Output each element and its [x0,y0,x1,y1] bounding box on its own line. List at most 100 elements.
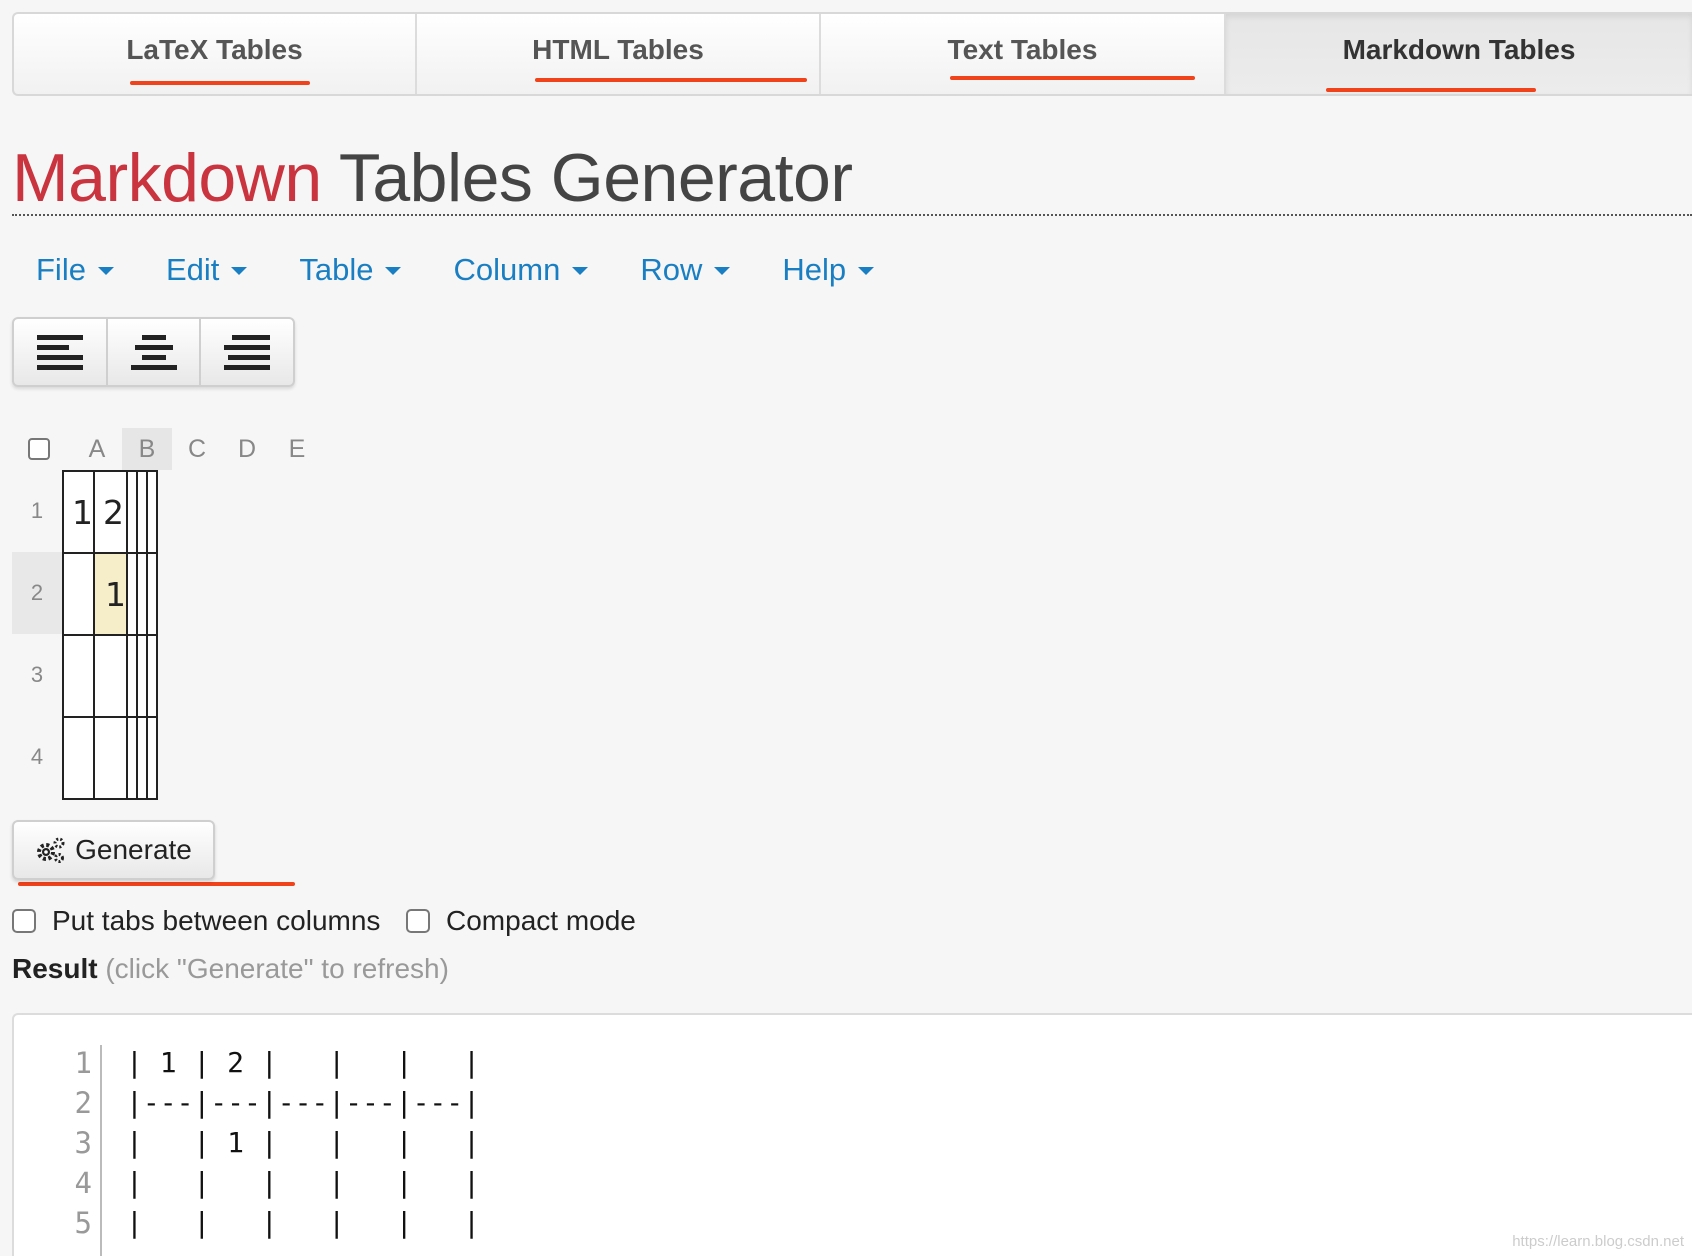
column-header[interactable]: D [222,428,272,470]
menu-label: Row [640,252,703,287]
row-header[interactable]: 4 [12,716,62,798]
menu-column[interactable]: Column [453,252,589,288]
grid-cell[interactable] [126,716,138,800]
table-row: 1 2 [62,470,158,554]
line-number: 4 [74,1166,92,1200]
caret-down-icon [97,267,114,275]
tabs-checkbox[interactable] [12,909,36,933]
grid-cell[interactable]: 1 [62,470,95,554]
row-header[interactable]: 3 [12,634,62,716]
caret-down-icon [231,267,248,275]
align-left-button[interactable] [14,319,108,385]
annotation-underline [1326,88,1536,92]
title-accent: Markdown [12,140,322,216]
column-header[interactable]: A [72,428,122,470]
grid-cell[interactable] [136,552,148,636]
menu-file[interactable]: File [36,252,114,288]
annotation-underline [18,882,295,886]
menu-bar: File Edit Table Column Row Help [36,252,875,288]
column-header[interactable]: E [272,428,322,470]
tab-html-tables[interactable]: HTML Tables [417,14,821,94]
code-line: | 1 | 2 | | | | [126,1046,481,1079]
tab-markdown-tables[interactable]: Markdown Tables [1226,14,1692,94]
result-label: Result [12,953,98,984]
table-row: 1 [62,552,158,636]
grid-cell-active[interactable]: 1 [93,552,128,636]
gutter-divider [100,1045,102,1256]
title-rest: Tables Generator [338,140,853,216]
compact-option: Compact mode [406,905,636,937]
title-divider [12,214,1692,216]
align-center-icon [130,335,177,370]
grid-cell[interactable] [126,552,138,636]
menu-label: Help [782,252,847,287]
code-line: | | | | | | [126,1206,481,1239]
code-line: | | | | | | [126,1166,481,1199]
menu-help[interactable]: Help [782,252,875,288]
gears-icon [37,837,65,863]
grid-cell[interactable] [126,634,138,718]
code-lines: | 1 | 2 | | | | |---|---|---|---|---| | … [126,1043,480,1243]
generate-button[interactable]: Generate [12,820,215,880]
menu-label: Edit [165,252,220,287]
row-header[interactable]: 2 [12,552,62,634]
line-number: 5 [74,1206,92,1240]
column-header[interactable]: B [122,428,172,470]
select-all-checkbox[interactable] [28,438,50,460]
generate-label: Generate [75,834,192,865]
tab-label: HTML Tables [532,34,704,65]
annotation-underline [130,81,310,85]
result-code-editor[interactable]: 1 2 3 4 5 | 1 | 2 | | | | |---|---|---|-… [12,1013,1692,1256]
row-header[interactable]: 1 [12,470,62,552]
tab-label: Markdown Tables [1342,34,1576,65]
grid-cell[interactable] [62,716,95,800]
grid-cell[interactable] [136,470,148,554]
menu-label: Column [453,252,561,287]
grid-cell[interactable] [136,634,148,718]
table-row [62,716,158,800]
grid-cell[interactable] [146,552,158,636]
line-number: 1 [74,1046,92,1080]
grid-cell[interactable] [146,634,158,718]
tab-label: Text Tables [947,34,1098,65]
grid-cell[interactable] [146,716,158,800]
caret-down-icon [572,267,589,275]
annotation-underline [535,78,807,82]
result-hint: (click "Generate" to refresh) [105,953,449,984]
align-right-button[interactable] [201,319,293,385]
code-line: | | 1 | | | | [126,1126,481,1159]
page-title: Markdown Tables Generator [12,138,853,218]
line-number: 3 [74,1126,92,1160]
menu-label: Table [299,252,374,287]
compact-option-label: Compact mode [446,905,636,936]
menu-edit[interactable]: Edit [165,252,248,288]
grid-cell[interactable] [136,716,148,800]
grid-cell[interactable] [126,470,138,554]
caret-down-icon [858,267,875,275]
tab-text-tables[interactable]: Text Tables [821,14,1226,94]
tab-label: LaTeX Tables [126,34,303,65]
line-number-gutter: 1 2 3 4 5 [14,1043,100,1243]
grid-cell[interactable] [146,470,158,554]
result-heading: Result (click "Generate" to refresh) [12,953,449,985]
grid-cell[interactable] [62,552,95,636]
menu-table[interactable]: Table [299,252,402,288]
caret-down-icon [714,267,731,275]
annotation-underline [950,76,1195,80]
grid-cell[interactable] [62,634,95,718]
tabs-option-label: Put tabs between columns [52,905,381,936]
align-left-icon [36,335,83,370]
grid-cell[interactable] [93,716,128,800]
menu-row[interactable]: Row [640,252,731,288]
grid-cell[interactable] [93,634,128,718]
align-center-button[interactable] [108,319,202,385]
grid-cell[interactable]: 2 [93,470,128,554]
align-right-icon [224,335,271,370]
alignment-toolbar [12,317,295,387]
column-header[interactable]: C [172,428,222,470]
line-number: 2 [74,1086,92,1120]
menu-label: File [36,252,86,287]
caret-down-icon [385,267,402,275]
tabs-option: Put tabs between columns [12,905,380,937]
compact-checkbox[interactable] [406,909,430,933]
